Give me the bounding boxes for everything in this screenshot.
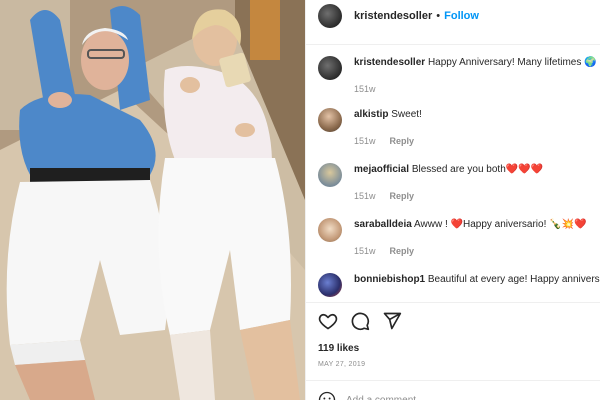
like-count[interactable]: 119 likes bbox=[318, 343, 359, 354]
comment-username[interactable]: mejaofficial bbox=[354, 164, 409, 175]
comment-body: Awww ! ❤️Happy aniversario! 🍾💥❤️ bbox=[414, 219, 587, 230]
comment-bubble-icon[interactable] bbox=[350, 311, 370, 331]
caption-body: Happy Anniversary! Many lifetimes 🌍 bbox=[427, 57, 597, 68]
caption-time[interactable]: 151w bbox=[354, 84, 376, 94]
action-bar bbox=[318, 311, 402, 331]
actions-divider bbox=[306, 302, 600, 303]
reply-button[interactable]: Reply bbox=[390, 191, 415, 201]
commenter-avatar[interactable] bbox=[318, 273, 342, 297]
post-date: MAY 27, 2019 bbox=[318, 361, 366, 368]
comment-time[interactable]: 151w bbox=[354, 246, 376, 256]
add-comment-input[interactable] bbox=[346, 394, 546, 400]
comment-text: mejaofficial Blessed are you both❤️❤️❤️ bbox=[354, 163, 600, 177]
caption-meta: 151w bbox=[354, 84, 600, 94]
comment-time[interactable]: 151w bbox=[354, 136, 376, 146]
add-comment-bar bbox=[306, 385, 600, 400]
comment-body: Blessed are you both❤️❤️❤️ bbox=[411, 164, 544, 175]
comment-text: saraballdeia Awww ! ❤️Happy aniversario!… bbox=[354, 218, 600, 232]
comment-body: Beautiful at every age! Happy anniversar… bbox=[427, 274, 600, 285]
caption: kristendesoller Happy Anniversary! Many … bbox=[318, 56, 600, 94]
comment-meta: 151w Reply bbox=[354, 246, 600, 256]
reply-button[interactable]: Reply bbox=[390, 246, 415, 256]
author-avatar[interactable] bbox=[318, 4, 342, 28]
comment-meta: 151w Reply bbox=[354, 191, 600, 201]
comment-username[interactable]: bonniebishop1 bbox=[354, 274, 425, 285]
heart-outline-icon[interactable] bbox=[318, 311, 338, 331]
smiley-icon[interactable] bbox=[318, 391, 336, 400]
author-username[interactable]: kristendesoller bbox=[354, 10, 432, 22]
reply-button[interactable]: Reply bbox=[390, 136, 415, 146]
comment-body: Sweet! bbox=[391, 109, 422, 120]
comment-text: alkistip Sweet! bbox=[354, 108, 600, 122]
comment-meta: 151w Reply bbox=[354, 136, 600, 146]
comment-text: bonniebishop1 Beautiful at every age! Ha… bbox=[354, 273, 600, 287]
paper-plane-icon[interactable] bbox=[382, 311, 402, 331]
comment-username[interactable]: alkistip bbox=[354, 109, 388, 120]
comment-item: saraballdeia Awww ! ❤️Happy aniversario!… bbox=[318, 218, 600, 256]
post-header: kristendesoller • Follow bbox=[306, 0, 600, 32]
header-divider bbox=[306, 44, 600, 45]
caption-username[interactable]: kristendesoller bbox=[354, 57, 425, 68]
caption-avatar[interactable] bbox=[318, 56, 342, 80]
commenter-avatar[interactable] bbox=[318, 108, 342, 132]
caption-text: kristendesoller Happy Anniversary! Many … bbox=[354, 56, 600, 70]
comment-item: bonniebishop1 Beautiful at every age! Ha… bbox=[318, 273, 600, 297]
comment-item: alkistip Sweet! 151w Reply bbox=[318, 108, 600, 146]
follow-button[interactable]: Follow bbox=[444, 10, 479, 22]
comment-input-divider bbox=[306, 380, 600, 381]
comment-item: mejaofficial Blessed are you both❤️❤️❤️ … bbox=[318, 163, 600, 201]
comment-username[interactable]: saraballdeia bbox=[354, 219, 412, 230]
commenter-avatar[interactable] bbox=[318, 163, 342, 187]
post-sidebar: kristendesoller • Follow kristendesoller… bbox=[305, 0, 600, 400]
comment-time[interactable]: 151w bbox=[354, 191, 376, 201]
separator-dot: • bbox=[436, 10, 441, 22]
post-photo-illustration bbox=[0, 0, 305, 400]
post-photo[interactable] bbox=[0, 0, 305, 400]
commenter-avatar[interactable] bbox=[318, 218, 342, 242]
